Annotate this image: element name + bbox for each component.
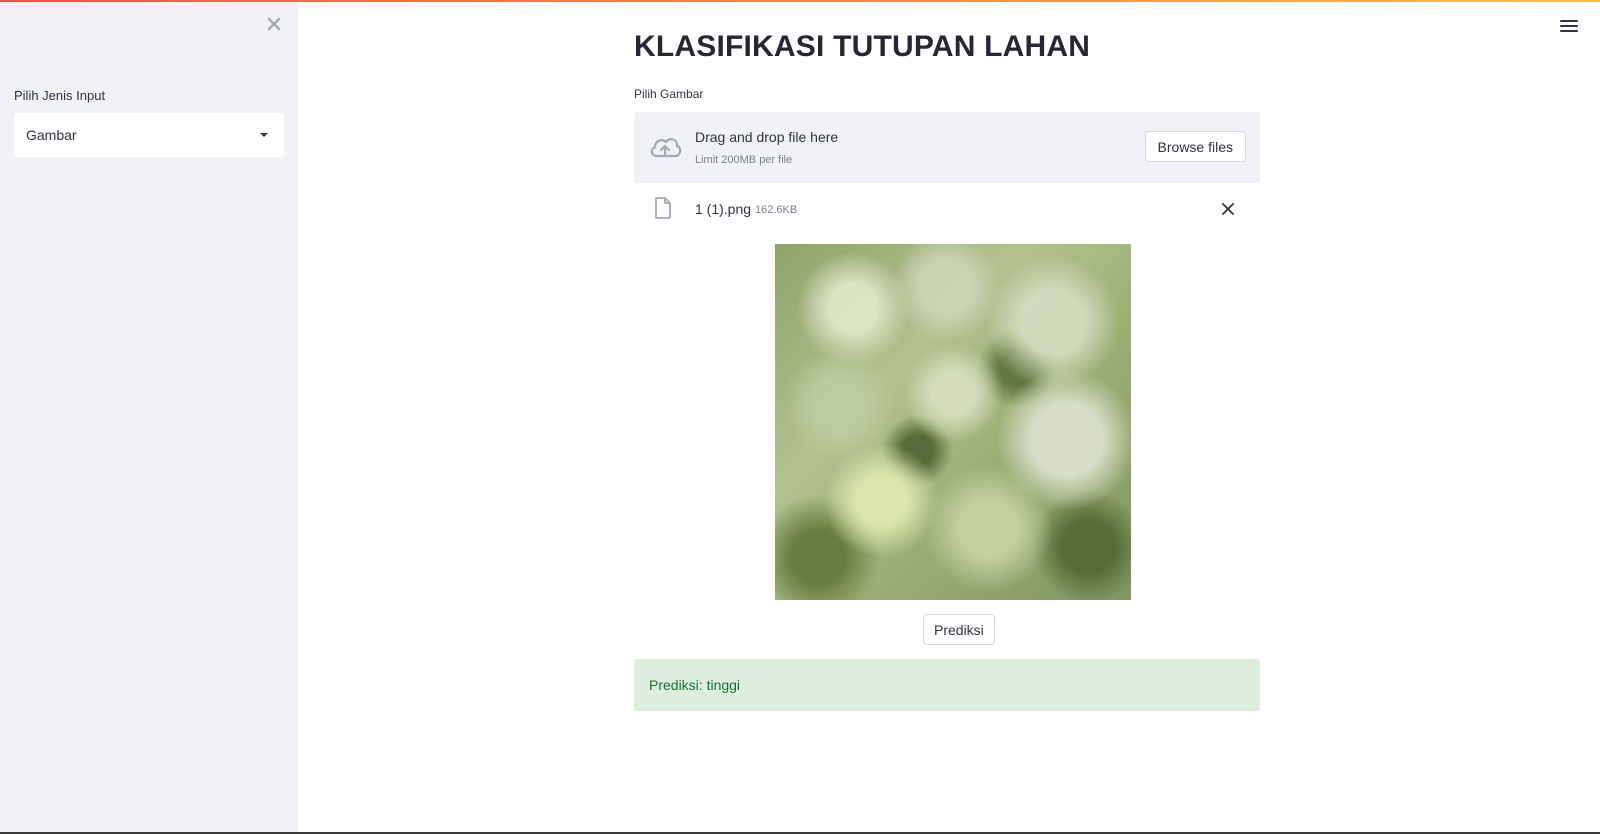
uploaded-file-size: 162.6KB bbox=[755, 204, 798, 216]
header-decoration-bar bbox=[0, 0, 1600, 2]
dropzone-limit-text: Limit 200MB per file bbox=[695, 154, 793, 166]
chevron-down-icon bbox=[260, 133, 268, 137]
main-menu-button[interactable] bbox=[1560, 16, 1578, 36]
input-type-select[interactable]: Gambar bbox=[14, 113, 284, 157]
prediction-result-text: Prediksi: tinggi bbox=[649, 677, 741, 693]
file-uploader-label: Pilih Gambar bbox=[634, 87, 704, 101]
page-title: KLASIFIKASI TUTUPAN LAHAN bbox=[634, 30, 1091, 63]
hamburger-line bbox=[1560, 25, 1578, 27]
uploaded-file-name: 1 (1).png bbox=[695, 201, 752, 217]
hamburger-menu-icon bbox=[1560, 20, 1578, 22]
dropzone-instruction: Drag and drop file here bbox=[695, 129, 839, 145]
remove-file-button[interactable] bbox=[1218, 199, 1238, 219]
sidebar-close-button[interactable] bbox=[262, 12, 286, 36]
prediction-result-alert: Prediksi: tinggi bbox=[634, 659, 1260, 711]
input-type-selected-value: Gambar bbox=[26, 127, 77, 143]
file-icon bbox=[655, 197, 671, 219]
browse-files-button[interactable]: Browse files bbox=[1144, 131, 1246, 162]
main-area: KLASIFIKASI TUTUPAN LAHAN Pilih Gambar D… bbox=[298, 0, 1600, 834]
file-dropzone[interactable]: Drag and drop file here Limit 200MB per … bbox=[634, 112, 1260, 183]
input-type-label: Pilih Jenis Input bbox=[14, 88, 106, 103]
hamburger-line bbox=[1560, 30, 1578, 32]
uploaded-image-preview bbox=[775, 244, 1131, 600]
predict-button[interactable]: Prediksi bbox=[923, 614, 995, 645]
cloud-upload-icon bbox=[650, 138, 682, 158]
close-icon bbox=[267, 17, 281, 31]
sidebar: Pilih Jenis Input Gambar bbox=[0, 0, 298, 834]
uploaded-file-row: 1 (1).png 162.6KB bbox=[634, 195, 1260, 223]
